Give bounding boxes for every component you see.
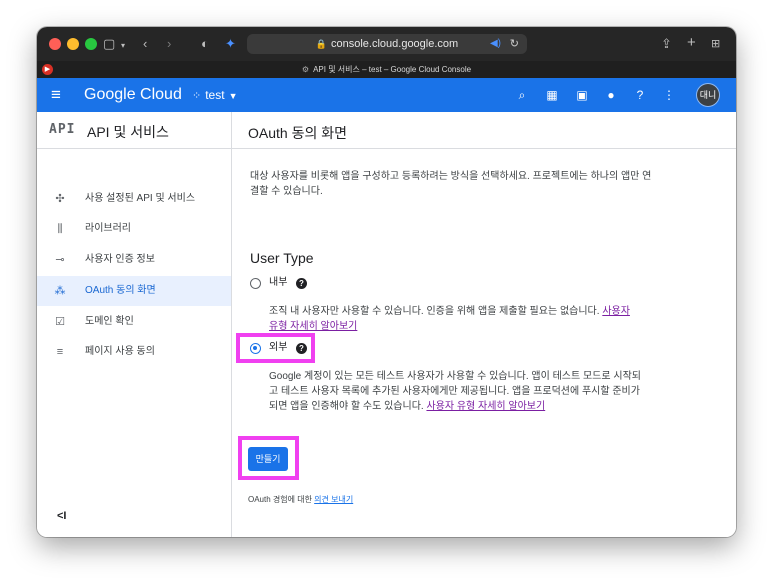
page-title: OAuth 동의 화면 xyxy=(248,125,347,141)
sidebar-item-domain-verification[interactable]: ☑ 도메인 확인 xyxy=(37,307,231,337)
reload-icon[interactable]: ↻ xyxy=(510,34,519,54)
page-usage-icon: ≡ xyxy=(56,346,64,358)
send-feedback-link[interactable]: 의견 보내기 xyxy=(314,495,353,504)
project-icon: ⁘ xyxy=(192,90,202,102)
chevron-down-icon[interactable]: ▾ xyxy=(121,37,125,55)
create-button[interactable]: 만들기 xyxy=(248,447,288,471)
sidebar-item-label: OAuth 동의 화면 xyxy=(85,285,156,296)
chevron-down-icon: ▼ xyxy=(228,91,238,101)
main-content: OAuth 동의 화면 대상 사용자를 비롯해 앱을 구성하고 등록하려는 방식… xyxy=(232,112,736,537)
more-vert-icon[interactable]: ⋮ xyxy=(661,87,677,103)
tab-bar: ▶ ⚙ API 및 서비스 – test – Google Cloud Conso… xyxy=(37,61,736,78)
forward-icon[interactable]: › xyxy=(167,35,171,53)
extension-icon[interactable]: ✦ xyxy=(225,35,236,53)
internal-description: 조직 내 사용자만 사용할 수 있습니다. 인증을 위해 앱을 제출할 필요는 … xyxy=(269,304,641,334)
key-icon: ⊸ xyxy=(55,254,65,266)
minimize-window-button[interactable] xyxy=(67,38,79,50)
back-icon[interactable]: ‹ xyxy=(143,35,147,53)
domain-check-icon: ☑ xyxy=(55,316,65,328)
sidebar-header: API API 및 서비스 xyxy=(37,112,231,149)
zoom-window-button[interactable] xyxy=(85,38,97,50)
project-selector[interactable]: ⁘ test ▼ xyxy=(192,88,237,103)
gear-icon: ⚙ xyxy=(301,65,310,74)
cloud-shell-icon[interactable]: ▣ xyxy=(574,87,590,103)
url-text: console.cloud.google.com xyxy=(331,38,459,50)
internal-description-text: 조직 내 사용자만 사용할 수 있습니다. 인증을 위해 앱을 제출할 필요는 … xyxy=(269,306,600,317)
google-cloud-logo[interactable]: Google Cloud xyxy=(84,86,182,104)
active-tab[interactable]: ⚙ API 및 서비스 – test – Google Cloud Console xyxy=(302,65,471,74)
sidebar: API API 및 서비스 ✣ 사용 설정된 API 및 서비스 ⫼ 라이브러리… xyxy=(37,112,232,537)
library-icon: ⫼ xyxy=(57,223,63,235)
feedback-prefix: OAuth 경험에 대한 xyxy=(248,495,312,504)
sidebar-item-label: 라이브러리 xyxy=(85,223,131,234)
tab-overview-icon[interactable]: ⊞ xyxy=(711,35,720,53)
audio-icon[interactable]: ◀) xyxy=(490,34,501,54)
page-description: 대상 사용자를 비롯해 앱을 구성하고 등록하려는 방식을 선택하세요. 프로젝… xyxy=(250,171,652,197)
project-name: test xyxy=(205,88,225,102)
enabled-apis-icon: ✣ xyxy=(55,193,65,205)
sidebar-item-label: 사용자 인증 정보 xyxy=(85,254,155,265)
help-icon[interactable]: ? xyxy=(632,87,648,103)
tab-favicon-icon: ▶ xyxy=(42,64,53,75)
oauth-consent-icon: ⁂ xyxy=(54,285,66,297)
gc-header: ≡ Google Cloud ⁘ test ▼ ⌕ ▦ ▣ ● ? ⋮ 대니 xyxy=(37,78,736,112)
external-learn-more-link[interactable]: 사용자 유형 자세히 알아보기 xyxy=(426,401,545,412)
notifications-icon[interactable]: ● xyxy=(603,87,619,103)
search-icon[interactable]: ⌕ xyxy=(514,87,530,103)
external-radio[interactable] xyxy=(250,343,261,354)
sidebar-item-enabled-apis[interactable]: ✣ 사용 설정된 API 및 서비스 xyxy=(37,184,231,214)
collapse-sidebar-button[interactable]: <I xyxy=(57,510,66,522)
sidebar-item-credentials[interactable]: ⊸ 사용자 인증 정보 xyxy=(37,245,231,275)
sidebar-item-page-usage[interactable]: ≡ 페이지 사용 동의 xyxy=(37,337,231,367)
external-description: Google 계정이 있는 모든 테스트 사용자가 사용할 수 있습니다. 앱이… xyxy=(269,369,641,414)
browser-toolbar: ▢ ▾ ‹ › ◐ ✦ 🔒 console.cloud.google.com ◀)… xyxy=(37,27,736,61)
gift-icon[interactable]: ▦ xyxy=(544,87,560,103)
sidebar-item-label: 페이지 사용 동의 xyxy=(85,346,155,357)
tab-title: API 및 서비스 – test – Google Cloud Console xyxy=(313,65,472,74)
feedback-line: OAuth 경험에 대한 의견 보내기 xyxy=(248,495,353,505)
sidebar-title: API 및 서비스 xyxy=(87,124,169,140)
sidebar-item-label: 사용 설정된 API 및 서비스 xyxy=(85,193,196,204)
external-label[interactable]: 외부 xyxy=(269,342,287,354)
close-window-button[interactable] xyxy=(49,38,61,50)
share-icon[interactable]: ⇪ xyxy=(661,35,672,53)
page-header: OAuth 동의 화면 xyxy=(232,112,736,149)
sidebar-toggle-icon[interactable]: ▢ xyxy=(103,35,115,53)
user-type-heading: User Type xyxy=(250,250,314,266)
browser-window: ▢ ▾ ‹ › ◐ ✦ 🔒 console.cloud.google.com ◀)… xyxy=(37,27,736,537)
address-bar[interactable]: 🔒 console.cloud.google.com ◀) ↻ xyxy=(247,34,527,54)
internal-label[interactable]: 내부 xyxy=(269,277,287,289)
help-icon[interactable]: ? xyxy=(296,343,307,354)
sidebar-item-oauth-consent[interactable]: ⁂ OAuth 동의 화면 xyxy=(37,276,231,306)
sidebar-item-label: 도메인 확인 xyxy=(85,316,134,327)
shield-icon[interactable]: ◐ xyxy=(201,35,209,53)
sidebar-item-library[interactable]: ⫼ 라이브러리 xyxy=(37,214,231,244)
help-icon[interactable]: ? xyxy=(296,278,307,289)
api-icon: API xyxy=(49,122,76,137)
lock-icon: 🔒 xyxy=(315,39,327,49)
new-tab-icon[interactable]: + xyxy=(687,34,696,52)
internal-radio[interactable] xyxy=(250,278,261,289)
avatar[interactable]: 대니 xyxy=(697,84,719,106)
menu-icon[interactable]: ≡ xyxy=(51,85,61,105)
